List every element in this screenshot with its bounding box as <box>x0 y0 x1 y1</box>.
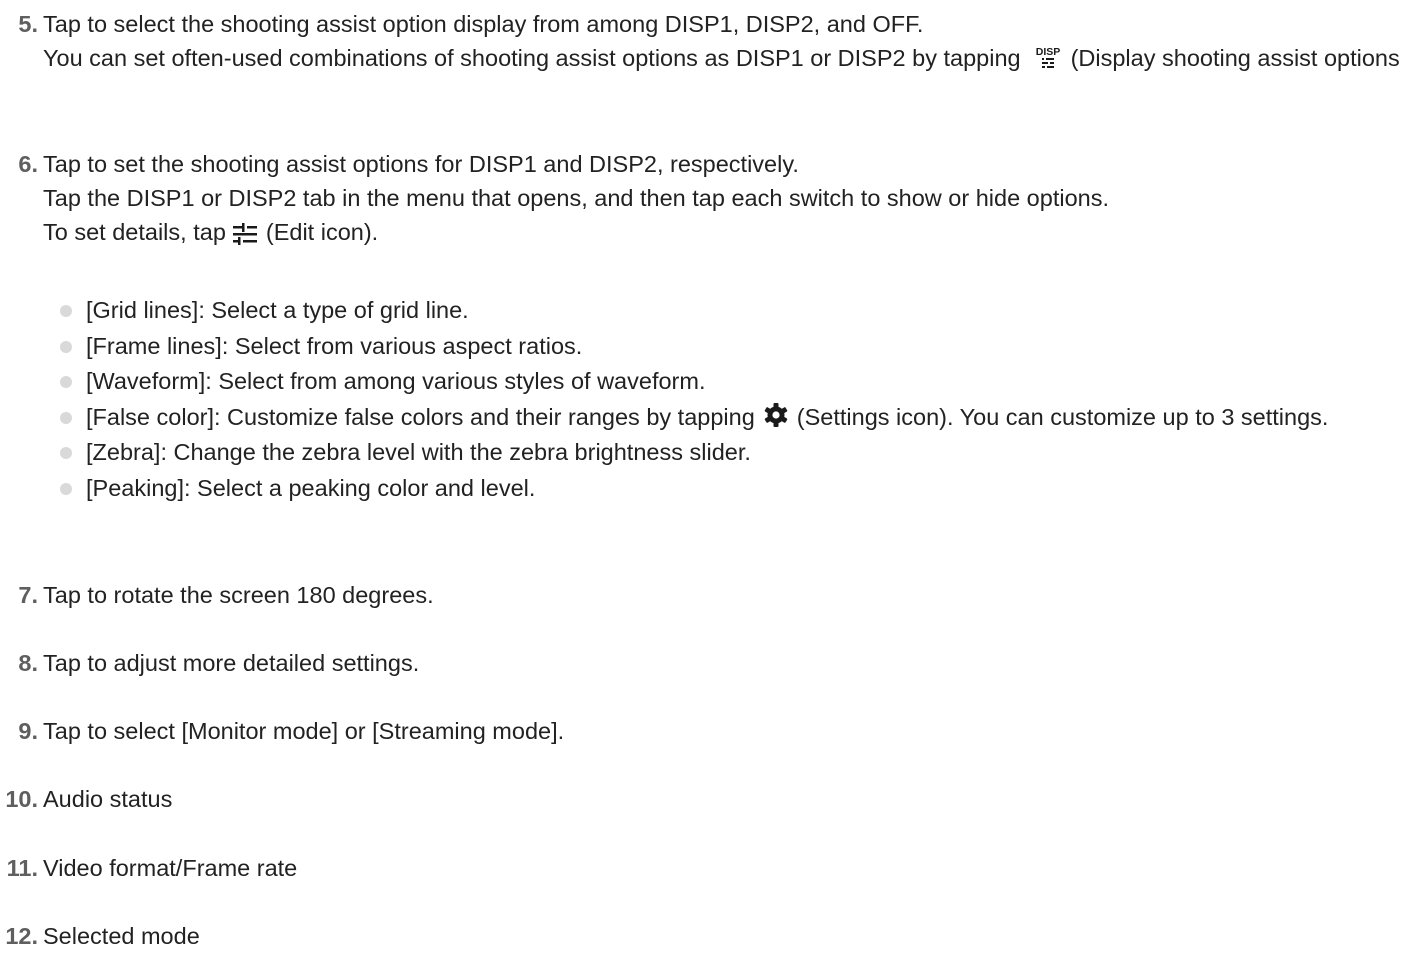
item-number: 12. <box>5 923 38 949</box>
list-item: [Frame lines]: Select from various aspec… <box>60 329 1380 365</box>
list-item: [Grid lines]: Select a type of grid line… <box>60 293 1380 329</box>
item-text: Tap to adjust more detailed settings. <box>43 650 420 676</box>
bullet-list: [Grid lines]: Select a type of grid line… <box>60 293 1380 506</box>
item-line-text: To set details, tap <box>43 219 226 245</box>
item-number: 7. <box>18 582 38 608</box>
item-number: 5. <box>18 11 38 37</box>
item-line-text: You can set often-used combinations of s… <box>43 45 1021 71</box>
item-text: Audio status <box>43 786 173 812</box>
disp-icon-label: DISP <box>1035 46 1060 58</box>
bullet-dot <box>60 305 72 317</box>
item-text: Video format/Frame rate <box>43 855 298 881</box>
list-item: [False color]: Customize false colors an… <box>60 400 1380 436</box>
item-number: 9. <box>18 718 38 744</box>
item-line: Tap to select the shooting assist option… <box>43 11 924 37</box>
item-number: 10. <box>5 786 38 812</box>
gear-icon <box>763 402 789 428</box>
list-item: [Waveform]: Select from among various st… <box>60 364 1380 400</box>
bullet-dot <box>60 376 72 388</box>
bullet-dot <box>60 447 72 459</box>
item-text: Selected mode <box>43 923 200 949</box>
item-number: 11. <box>6 855 38 881</box>
item-line: Tap to set the shooting assist options f… <box>43 151 799 177</box>
list-item: [Zebra]: Change the zebra level with the… <box>60 435 1380 471</box>
item-line: To set details, tap (Edit icon). <box>43 215 1395 249</box>
item-line-text: (Edit icon). <box>265 219 379 245</box>
edit-icon <box>232 220 258 245</box>
bullet-dot <box>60 482 72 495</box>
bullet-dot <box>60 411 72 424</box>
item-line: You can set often-used combinations of s… <box>43 41 1401 75</box>
item-text: Tap to set the shooting assist options f… <box>43 147 1395 249</box>
list-item: [Peaking]: Select a peaking color and le… <box>60 471 1380 507</box>
item-text: Tap to select the shooting assist option… <box>43 7 1401 75</box>
item-number: 6. <box>18 151 38 177</box>
disp-icon: DISP <box>1035 44 1061 70</box>
item-number: 8. <box>18 650 38 676</box>
item-text: Tap to rotate the screen 180 degrees. <box>43 582 434 608</box>
item-text: Tap to select [Monitor mode] or [Streami… <box>43 718 565 744</box>
item-line-text: (Display shooting assist options icon). <box>1070 45 1401 71</box>
bullet-dot <box>60 340 72 353</box>
item-line: Tap the DISP1 or DISP2 tab in the menu t… <box>43 185 1109 211</box>
